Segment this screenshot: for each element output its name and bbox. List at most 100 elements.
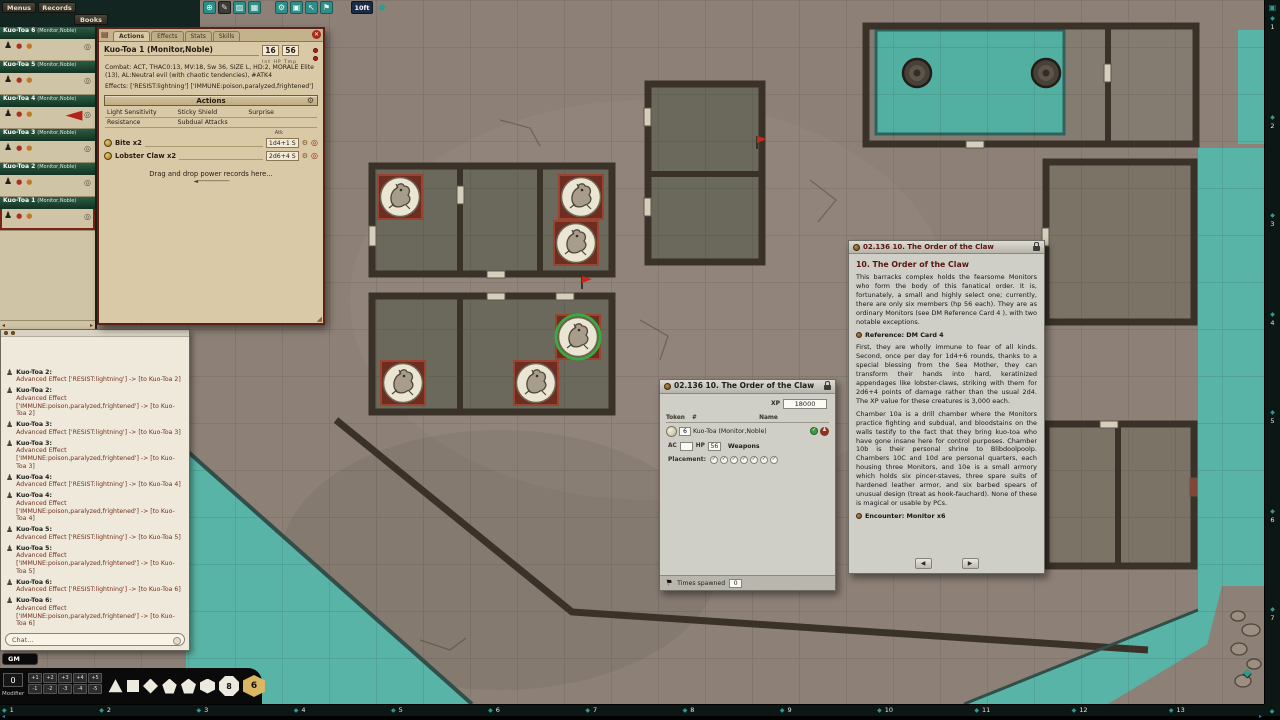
tracker-scrollbar[interactable]: ◂▸: [0, 320, 95, 329]
targeting-icon[interactable]: ◎: [84, 111, 91, 119]
lock-icon[interactable]: [1033, 246, 1040, 251]
wounds-icon[interactable]: ●: [16, 77, 22, 84]
resize-grip-icon[interactable]: ◢: [317, 316, 322, 323]
sheet-menu-icon[interactable]: ▤: [101, 31, 109, 39]
map-token[interactable]: [384, 364, 423, 403]
gear-icon[interactable]: ⚙: [307, 97, 314, 105]
ac-field[interactable]: [680, 442, 693, 451]
sheet-option-dots[interactable]: [313, 48, 318, 61]
token-icon[interactable]: ♟: [4, 76, 12, 85]
gm-identity-label[interactable]: GM: [2, 653, 38, 665]
tracker-entry-header[interactable]: Kuo-Toa 6 (Monitor,Noble): [0, 27, 95, 39]
tab-effects[interactable]: Effects: [151, 31, 183, 41]
attack-uses-icon[interactable]: [104, 139, 112, 147]
modifier-button[interactable]: +4: [73, 673, 87, 683]
pointer-tool-icon[interactable]: ↖: [305, 1, 318, 14]
creature-count-field[interactable]: 6: [679, 427, 691, 436]
modifier-value[interactable]: 0: [3, 673, 23, 687]
grid-tool-icon[interactable]: ▦: [248, 1, 261, 14]
hp-field[interactable]: 56: [282, 45, 299, 56]
d8-result-die[interactable]: 8: [219, 676, 239, 696]
placed-check-icon[interactable]: ✓: [810, 427, 818, 435]
tracker-entry[interactable]: Kuo-Toa 1 (Monitor,Noble) ♟ ● ● ◎ ◀: [0, 197, 95, 231]
reference-link[interactable]: Reference: DM Card 4: [865, 331, 944, 339]
token-icon[interactable]: ♟: [4, 178, 12, 187]
chat-window[interactable]: ♟ Kuo-Toa 2: Advanced Effect ['RESIST:li…: [0, 329, 190, 651]
tab-skills[interactable]: Skills: [213, 31, 240, 41]
d6-result-die[interactable]: 6: [243, 675, 265, 697]
placement-check-icon[interactable]: ✓: [710, 456, 718, 464]
attack-target-icon[interactable]: ◎: [311, 139, 318, 147]
grid-scale-label[interactable]: 10ft: [351, 1, 373, 14]
attack-uses-icon[interactable]: [104, 152, 112, 160]
scroll-right-icon[interactable]: ▸: [90, 322, 93, 329]
records-button[interactable]: Records: [38, 2, 76, 13]
tracker-entry[interactable]: Kuo-Toa 6 (Monitor,Noble) ♟ ● ● ◎ ◀: [0, 27, 95, 61]
draw-tool-icon[interactable]: ✎: [218, 1, 231, 14]
status-icon[interactable]: ●: [26, 179, 32, 186]
d8-die[interactable]: [143, 679, 158, 694]
token-icon[interactable]: ♟: [4, 110, 12, 119]
hp-field[interactable]: 56: [708, 442, 721, 451]
damage-button[interactable]: 1d4+1 S: [266, 138, 299, 148]
placement-check-icon[interactable]: ✓: [760, 456, 768, 464]
ac-field[interactable]: 16: [262, 45, 279, 56]
attack-row[interactable]: Lobster Claw x2 2d6+4 S ⚙ ◎: [104, 150, 318, 162]
status-icon[interactable]: ●: [26, 77, 32, 84]
status-icon[interactable]: ●: [26, 111, 32, 118]
modifier-button[interactable]: +2: [43, 673, 57, 683]
placement-check-icon[interactable]: ✓: [730, 456, 738, 464]
map-token-selected[interactable]: [556, 315, 600, 359]
attack-name[interactable]: Lobster Claw x2: [115, 152, 176, 160]
tracker-entry[interactable]: Kuo-Toa 2 (Monitor,Noble) ♟ ● ● ◎ ◀: [0, 163, 95, 197]
trait-item[interactable]: Sticky Shield: [176, 108, 247, 118]
trait-item[interactable]: Surprise: [246, 108, 317, 118]
encounter-link[interactable]: Encounter: Monitor x6: [865, 512, 945, 520]
layers-icon[interactable]: ▣: [290, 1, 303, 14]
scroll-left-icon[interactable]: ◂: [2, 714, 5, 720]
targeting-icon[interactable]: ◎: [84, 145, 91, 153]
flag-tool-icon[interactable]: ⚑: [320, 1, 333, 14]
token-icon[interactable]: ♟: [4, 212, 12, 221]
placement-check-icon[interactable]: ✓: [720, 456, 728, 464]
attack-name[interactable]: Bite x2: [115, 139, 142, 147]
creature-token-thumb[interactable]: [666, 426, 677, 437]
map-menu-diamond-icon[interactable]: ◆: [1243, 666, 1251, 679]
modifier-button[interactable]: -4: [73, 684, 87, 694]
window-link-icon[interactable]: [664, 383, 671, 390]
window-link-icon[interactable]: [853, 244, 860, 251]
actions-section-header[interactable]: Actions ⚙: [104, 95, 318, 106]
wounds-icon[interactable]: ●: [16, 179, 22, 186]
tracker-entry[interactable]: Kuo-Toa 4 (Monitor,Noble) ♟ ● ● ◎ ◀: [0, 95, 95, 129]
token-icon[interactable]: ♟: [4, 144, 12, 153]
modifier-button[interactable]: +1: [28, 673, 42, 683]
encounter-window[interactable]: 02.136 10. The Order of the Claw XP 1800…: [659, 379, 836, 591]
map-token[interactable]: [381, 178, 420, 217]
targeting-icon[interactable]: ◎: [84, 179, 91, 187]
wounds-icon[interactable]: ●: [16, 111, 22, 118]
d12-die[interactable]: [181, 679, 196, 694]
targeting-icon[interactable]: ◎: [84, 43, 91, 51]
tracker-entry-header[interactable]: Kuo-Toa 3 (Monitor,Noble): [0, 129, 95, 141]
xp-value-field[interactable]: 18000: [783, 399, 827, 409]
attack-row[interactable]: Bite x2 1d4+1 S ⚙ ◎: [104, 137, 318, 149]
modifier-button[interactable]: +5: [88, 673, 102, 683]
chat-knob-icon[interactable]: [11, 331, 15, 335]
tab-stats[interactable]: Stats: [185, 31, 212, 41]
story-window[interactable]: 02.136 10. The Order of the Claw 10. The…: [848, 240, 1045, 574]
damage-button[interactable]: 2d6+4 S: [266, 151, 299, 161]
d20-die[interactable]: [200, 679, 215, 694]
npc-name[interactable]: Kuo-Toa 1 (Monitor,Noble): [104, 45, 259, 56]
placement-check-icon[interactable]: ✓: [740, 456, 748, 464]
modifier-button[interactable]: -5: [88, 684, 102, 694]
d10-die[interactable]: [162, 679, 177, 694]
next-page-button[interactable]: ▶: [962, 558, 979, 569]
status-icon[interactable]: ●: [26, 145, 32, 152]
chat-input[interactable]: Chat...: [5, 633, 185, 646]
modifier-button[interactable]: -1: [28, 684, 42, 694]
menus-button[interactable]: Menus: [2, 2, 36, 13]
wounds-icon[interactable]: ●: [16, 43, 22, 50]
tab-actions[interactable]: Actions: [113, 31, 150, 41]
grid-settings-icon[interactable]: ⚙: [275, 1, 288, 14]
attack-target-icon[interactable]: ◎: [311, 152, 318, 160]
